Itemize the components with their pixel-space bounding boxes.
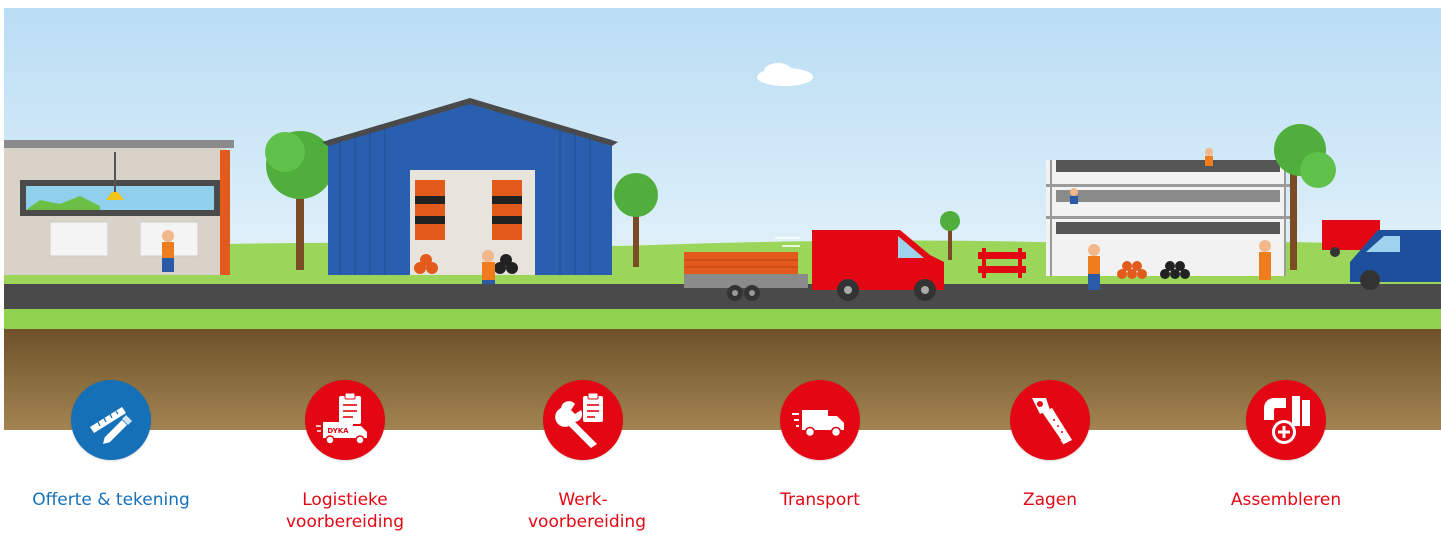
step-badge xyxy=(71,380,151,460)
office-building xyxy=(4,140,234,275)
step-badge xyxy=(1010,380,1090,460)
wrench-clipboard-icon xyxy=(555,392,603,448)
step-offerte[interactable]: Offerte & tekening xyxy=(1,380,221,511)
step-zagen[interactable]: Zagen xyxy=(940,380,1160,511)
step-badge xyxy=(543,380,623,460)
step-badge xyxy=(780,380,860,460)
pipe-fitting-icon xyxy=(1264,396,1310,444)
step-badge: DYKA xyxy=(305,380,385,460)
step-label: Assembleren xyxy=(1230,490,1342,510)
clipboard-truck-icon: DYKA xyxy=(316,392,367,445)
truck-brand-text: DYKA xyxy=(327,427,349,435)
building-under-construction xyxy=(1046,148,1290,290)
step-label: Offerte & tekening xyxy=(32,490,190,510)
step-werk[interactable]: Werk-voorbereiding xyxy=(473,380,693,533)
construction-scene-illustration xyxy=(4,8,1441,430)
step-label: Transport xyxy=(780,490,860,510)
truck-icon xyxy=(792,410,844,438)
step-label: Zagen xyxy=(1022,490,1078,510)
step-transport[interactable]: Transport xyxy=(710,380,930,511)
step-label: Logistieke voorbereiding xyxy=(286,490,404,532)
step-badge xyxy=(1246,380,1326,460)
step-label: Werk-voorbereiding xyxy=(528,490,646,532)
grass-front xyxy=(4,309,1441,329)
step-logistiek[interactable]: DYKA Logistieke voorbereiding xyxy=(235,380,455,533)
ruler-pencil-icon xyxy=(90,407,132,447)
step-assembleren[interactable]: Assembleren xyxy=(1176,380,1396,511)
saw-icon xyxy=(1032,398,1072,445)
